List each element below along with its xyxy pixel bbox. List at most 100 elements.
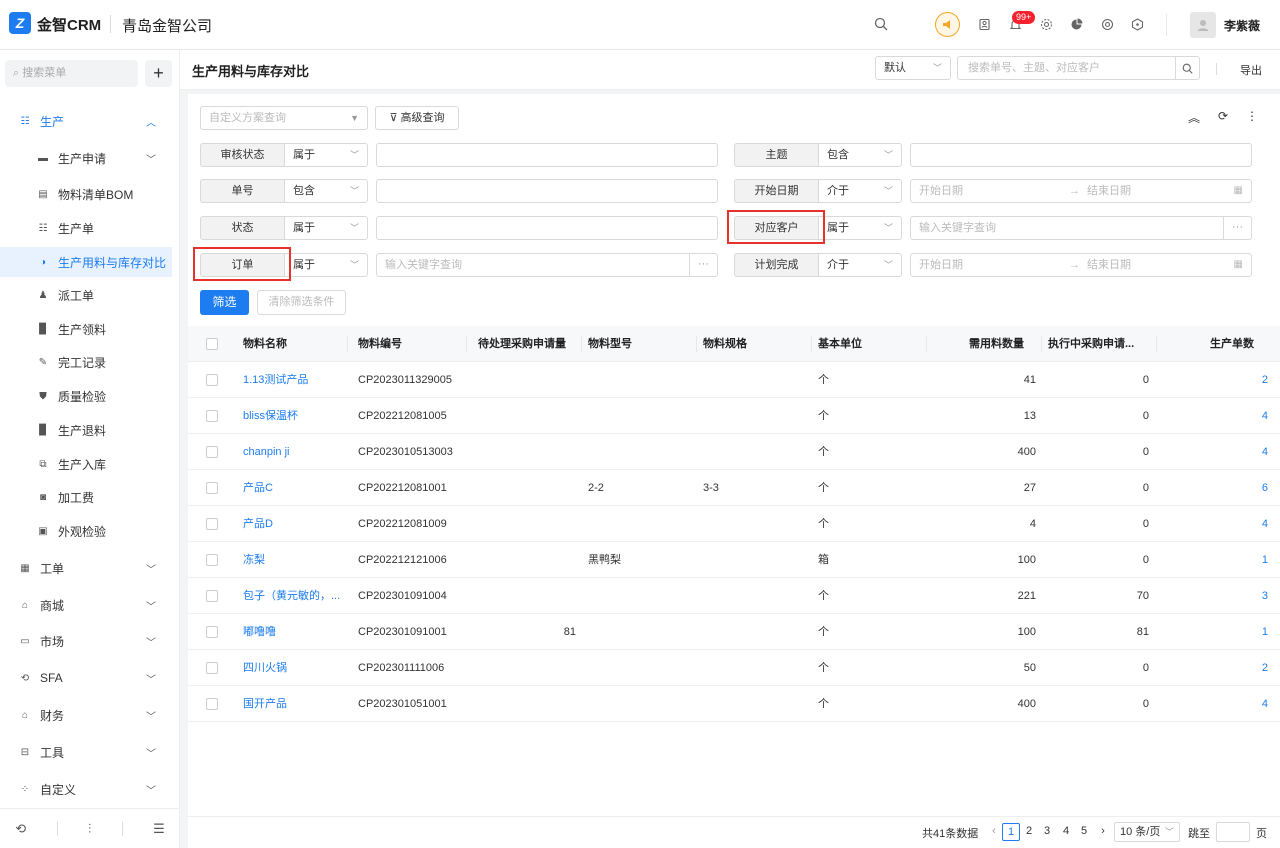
page-3[interactable]: 3	[1038, 823, 1056, 841]
filter-scheme-select[interactable]: 自定义方案查询 ▼	[200, 106, 368, 130]
filter-op-subject[interactable]: 包含 ﹀	[818, 143, 902, 167]
sidebar-item-sfa[interactable]: ⟲ SFA ﹀	[0, 663, 180, 693]
chevron-left-icon[interactable]: ‹	[985, 823, 1003, 841]
sidebar-item-appearance-check[interactable]: ▣ 外观检验	[0, 516, 180, 546]
apply-filter-button[interactable]: 筛选	[200, 290, 249, 315]
sidebar-item-bom[interactable]: ▤ 物料清单BOM	[0, 179, 180, 209]
row-checkbox[interactable]	[206, 590, 218, 602]
pie-chart-icon[interactable]	[1066, 14, 1086, 34]
filter-op-audit-status[interactable]: 属于 ﹀	[284, 143, 368, 167]
column-header[interactable]: 物料名称	[243, 326, 287, 362]
sidebar-item-production[interactable]: ☷ 生产 ︿	[0, 106, 180, 136]
cell-order-count[interactable]: 6	[1158, 470, 1268, 506]
cell-order-count[interactable]: 4	[1158, 506, 1268, 542]
cell-material-name[interactable]: 包子（黄元敏的，...	[243, 578, 343, 614]
sidebar-item-production-order[interactable]: ☷ 生产单	[0, 213, 180, 243]
chevron-right-icon[interactable]: ›	[1094, 823, 1112, 841]
sidebar-item-production-request[interactable]: ▬ 生产申请 ﹀	[0, 143, 180, 173]
cell-order-count[interactable]: 2	[1158, 650, 1268, 686]
page-2[interactable]: 2	[1020, 823, 1038, 841]
page-1[interactable]: 1	[1002, 823, 1020, 841]
filter-op-order[interactable]: 属于 ﹀	[284, 253, 368, 277]
cell-material-name[interactable]: 产品C	[243, 470, 343, 506]
column-header[interactable]: 生产单数	[1158, 326, 1254, 362]
sidebar-item-dispatch[interactable]: ♟ 派工单	[0, 280, 180, 310]
filter-op-number[interactable]: 包含 ﹀	[284, 179, 368, 203]
gear-icon[interactable]	[1036, 14, 1056, 34]
sidebar-item-stock-in[interactable]: ⧉ 生产入库	[0, 449, 180, 479]
sidebar-item-material-pick[interactable]: ▉ 生产领料	[0, 314, 180, 344]
cell-material-name[interactable]: 产品D	[243, 506, 343, 542]
filter-daterange-start-date[interactable]: 开始日期 → 结束日期 ▦	[910, 179, 1252, 203]
table-row[interactable]: chanpin ji CP2023010513003 个 400 0 4	[188, 434, 1280, 470]
column-header[interactable]: 待处理采购申请量	[478, 326, 566, 362]
table-row[interactable]: 1.13测试产品 CP2023011329005 个 41 0 2	[188, 362, 1280, 398]
cell-material-name[interactable]: 国开产品	[243, 686, 343, 722]
row-checkbox[interactable]	[206, 482, 218, 494]
column-header[interactable]: 需用料数量	[928, 326, 1024, 362]
cell-material-name[interactable]: 四川火锅	[243, 650, 343, 686]
collapse-up-icon[interactable]: ︽	[1188, 109, 1200, 126]
row-checkbox[interactable]	[206, 374, 218, 386]
sidebar-item-processing-fee[interactable]: ◙ 加工费	[0, 482, 180, 512]
clear-filter-button[interactable]: 清除筛选条件	[257, 290, 346, 315]
add-menu-button[interactable]: +	[145, 60, 172, 87]
row-checkbox[interactable]	[206, 626, 218, 638]
page-size-select[interactable]: 10 条/页 ﹀	[1114, 822, 1180, 842]
table-row[interactable]: 产品D CP202212081009 个 4 0 4	[188, 506, 1280, 542]
sidebar-item-mall[interactable]: ⌂ 商城 ﹀	[0, 590, 180, 620]
cell-material-name[interactable]: chanpin ji	[243, 434, 343, 470]
filter-input-order[interactable]: 输入关键字查询 ···	[376, 253, 718, 277]
record-search-input[interactable]: 搜索单号、主题、对应客户	[957, 56, 1200, 80]
row-checkbox[interactable]	[206, 410, 218, 422]
row-checkbox[interactable]	[206, 698, 218, 710]
export-button[interactable]: 导出	[1240, 62, 1262, 78]
page-5[interactable]: 5	[1075, 823, 1093, 841]
filter-op-status[interactable]: 属于 ﹀	[284, 216, 368, 240]
row-checkbox[interactable]	[206, 518, 218, 530]
search-icon[interactable]	[1175, 57, 1199, 79]
cell-material-name[interactable]: 嘟噜噜	[243, 614, 343, 650]
table-row[interactable]: 国开产品 CP202301051001 个 400 0 4	[188, 686, 1280, 722]
row-checkbox[interactable]	[206, 446, 218, 458]
sidebar-item-tools[interactable]: ⊟ 工具 ﹀	[0, 737, 180, 767]
more-options-icon[interactable]: ···	[689, 254, 717, 276]
username[interactable]: 李紫薇	[1224, 17, 1260, 34]
filter-op-customer[interactable]: 属于 ﹀	[818, 216, 902, 240]
cell-material-name[interactable]: 1.13测试产品	[243, 362, 343, 398]
sidebar-item-market[interactable]: ▭ 市场 ﹀	[0, 626, 180, 656]
menu-search-input[interactable]: ⌕ 搜索菜单	[5, 60, 138, 87]
settings-sliders-icon[interactable]: ⫶	[88, 821, 91, 837]
sidebar-item-material-return[interactable]: ▉ 生产退料	[0, 415, 180, 445]
view-select[interactable]: 默认 ﹀	[875, 56, 951, 80]
sidebar-item-ticket[interactable]: ▦ 工单 ﹀	[0, 553, 180, 583]
advanced-search-button[interactable]: ⊽ 高级查询	[375, 106, 459, 130]
cell-order-count[interactable]: 2	[1158, 362, 1268, 398]
sidebar-item-completion[interactable]: ✎ 完工记录	[0, 347, 180, 377]
row-checkbox[interactable]	[206, 662, 218, 674]
chrome-icon[interactable]	[1097, 14, 1117, 34]
table-row[interactable]: 四川火锅 CP202301111006 个 50 0 2	[188, 650, 1280, 686]
column-header[interactable]: 物料型号	[588, 326, 632, 362]
cell-order-count[interactable]: 1	[1158, 542, 1268, 578]
column-header[interactable]: 基本单位	[818, 326, 862, 362]
cell-order-count[interactable]: 4	[1158, 398, 1268, 434]
avatar[interactable]	[1190, 12, 1216, 38]
filter-input-customer[interactable]: 输入关键字查询 ···	[910, 216, 1252, 240]
cell-material-name[interactable]: 冻梨	[243, 542, 343, 578]
sidebar-item-quality[interactable]: ⛊ 质量检验	[0, 381, 180, 411]
announcement-icon[interactable]	[935, 12, 960, 37]
filter-input-number[interactable]	[376, 179, 718, 203]
filter-op-planned-finish[interactable]: 介于 ﹀	[818, 253, 902, 277]
page-4[interactable]: 4	[1057, 823, 1075, 841]
row-checkbox[interactable]	[206, 554, 218, 566]
table-row[interactable]: 包子（黄元敏的，... CP202301091004 个 221 70 3	[188, 578, 1280, 614]
more-options-icon[interactable]: ···	[1223, 217, 1251, 239]
sidebar-item-finance[interactable]: ⌂ 财务 ﹀	[0, 700, 180, 730]
cell-order-count[interactable]: 4	[1158, 686, 1268, 722]
cell-order-count[interactable]: 3	[1158, 578, 1268, 614]
jump-page-input[interactable]	[1216, 822, 1250, 842]
table-row[interactable]: bliss保温杯 CP202212081005 个 13 0 4	[188, 398, 1280, 434]
cube-icon[interactable]	[1127, 14, 1147, 34]
column-header[interactable]: 执行中采购申请...	[1048, 326, 1134, 362]
